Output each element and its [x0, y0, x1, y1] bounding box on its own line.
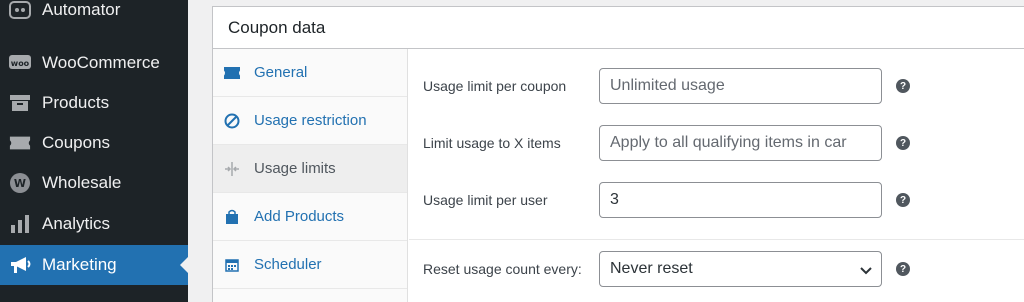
- usage-limit-per-coupon-input[interactable]: Unlimited usage: [599, 68, 882, 104]
- admin-sidebar: Automator woo WooCommerce Products Coupo…: [0, 0, 188, 302]
- usage-limit-per-user-label: Usage limit per user: [423, 192, 548, 208]
- usage-limit-per-coupon-label: Usage limit per coupon: [423, 78, 567, 94]
- usage-limit-per-user-input[interactable]: 3: [599, 182, 882, 218]
- sidebar-item-woocommerce[interactable]: woo WooCommerce: [0, 43, 188, 83]
- reset-usage-count-row: Reset usage count every: Never reset ?: [409, 251, 1024, 287]
- sidebar-item-wholesale[interactable]: W Wholesale: [0, 163, 188, 203]
- sidebar-item-automator[interactable]: Automator: [0, 0, 188, 30]
- calendar-icon: [223, 256, 241, 274]
- usage-limit-per-coupon-row: Usage limit per coupon Unlimited usage ?: [409, 68, 1024, 104]
- help-icon[interactable]: ?: [896, 193, 910, 207]
- sidebar-item-label: Wholesale: [42, 173, 122, 192]
- reset-usage-count-select[interactable]: Never reset: [599, 251, 882, 287]
- panel-title: Coupon data: [213, 7, 1024, 49]
- bag-icon: [223, 208, 241, 226]
- wholesale-icon: W: [9, 172, 31, 194]
- usage-limit-per-user-row: Usage limit per user 3 ?: [409, 182, 1024, 218]
- coupon-tabs: General Usage restriction Usage limits A…: [213, 49, 408, 302]
- help-icon[interactable]: ?: [896, 262, 910, 276]
- limit-usage-items-input[interactable]: Apply to all qualifying items in car: [599, 125, 882, 161]
- reset-usage-count-label: Reset usage count every:: [423, 261, 582, 277]
- select-value: Never reset: [610, 260, 693, 277]
- usage-limits-fields: Usage limit per coupon Unlimited usage ?…: [409, 49, 1024, 302]
- svg-text:W: W: [14, 177, 26, 190]
- help-icon[interactable]: ?: [896, 136, 910, 150]
- tab-label: General: [254, 64, 308, 81]
- help-icon[interactable]: ?: [896, 79, 910, 93]
- megaphone-icon: [9, 254, 31, 276]
- divider: [409, 239, 1024, 240]
- tab-label: Usage limits: [254, 160, 336, 177]
- analytics-icon: [9, 213, 31, 235]
- tab-scheduler[interactable]: Scheduler: [213, 241, 407, 289]
- sidebar-item-label: Marketing: [42, 255, 117, 274]
- chevron-down-icon: [859, 263, 873, 281]
- sidebar-item-label: Products: [42, 93, 110, 112]
- sidebar-item-coupons[interactable]: Coupons: [0, 123, 188, 163]
- limits-icon: [223, 160, 241, 178]
- sidebar-item-analytics[interactable]: Analytics: [0, 204, 188, 244]
- sidebar-item-label: Coupons: [42, 133, 111, 152]
- sidebar-item-label: Automator: [42, 0, 121, 19]
- tab-label: Usage restriction: [254, 112, 367, 129]
- woocommerce-icon: woo: [9, 52, 31, 74]
- tab-usage-limits[interactable]: Usage limits: [213, 145, 407, 193]
- sidebar-item-products[interactable]: Products: [0, 83, 188, 123]
- products-icon: [9, 92, 31, 114]
- limit-usage-items-label: Limit usage to X items: [423, 135, 561, 151]
- ticket-icon: [223, 64, 241, 82]
- sidebar-item-label: Analytics: [42, 214, 111, 233]
- sidebar-item-label: WooCommerce: [42, 53, 160, 72]
- tab-usage-restriction[interactable]: Usage restriction: [213, 97, 407, 145]
- tab-label: Scheduler: [254, 256, 322, 273]
- svg-text:woo: woo: [11, 59, 30, 68]
- tab-label: Add Products: [254, 208, 345, 225]
- tab-add-products[interactable]: Add Products: [213, 193, 407, 241]
- coupon-data-panel: Coupon data General Usage restriction Us…: [212, 6, 1024, 302]
- coupon-icon: [9, 132, 31, 154]
- sidebar-item-marketing[interactable]: Marketing: [0, 245, 188, 285]
- restriction-icon: [223, 112, 241, 130]
- automator-icon: [9, 0, 31, 21]
- tab-general[interactable]: General: [213, 49, 407, 97]
- limit-usage-items-row: Limit usage to X items Apply to all qual…: [409, 125, 1024, 161]
